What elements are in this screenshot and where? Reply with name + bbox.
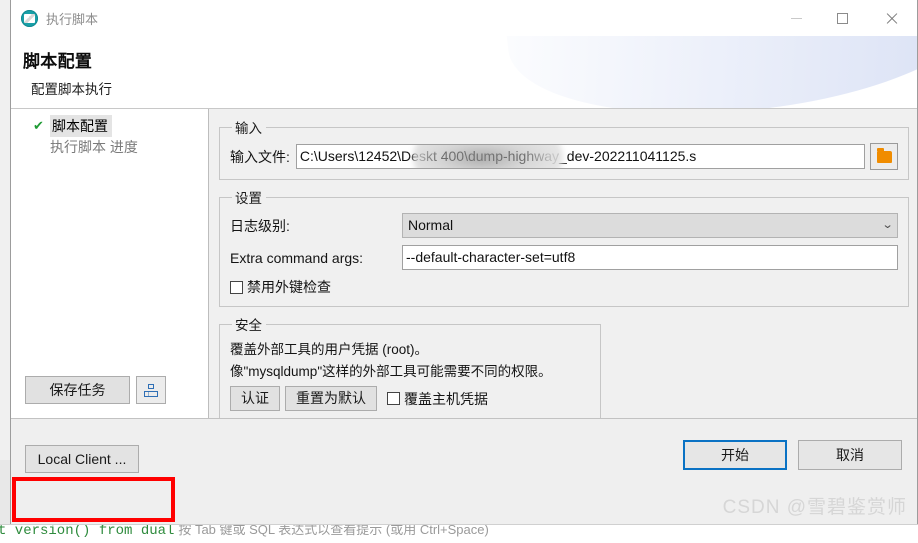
- sidebar-item-script-config[interactable]: ✔ 脚本配置: [11, 114, 208, 137]
- header-decoration: [499, 36, 917, 108]
- security-actions: 认证 重置为默认 覆盖主机凭据: [230, 386, 590, 411]
- settings-panel: 输入 输入文件: C:\Users\12452\Deskt 400\dump-h…: [209, 109, 917, 421]
- page-title: 脚本配置: [23, 52, 93, 71]
- title-bar: 执行脚本: [11, 0, 917, 36]
- security-group: 安全 覆盖外部工具的用户凭据 (root)。 像"mysqldump"这样的外部…: [219, 314, 601, 421]
- extra-args-row: Extra command args: --default-character-…: [230, 245, 898, 270]
- input-file-row: 输入文件: C:\Users\12452\Deskt 400\dump-high…: [230, 143, 898, 170]
- screenshot-root: t version() from dual 按 Tab 键或 SQL 表达式以查…: [0, 0, 918, 543]
- window-controls: [773, 0, 917, 36]
- disable-foreign-key-checkbox[interactable]: [230, 280, 243, 294]
- log-level-row: 日志级别: Normal ⌄: [230, 213, 898, 238]
- redaction-blur: [412, 145, 563, 168]
- override-host-label: 覆盖主机凭据: [404, 390, 488, 407]
- disable-foreign-key-label: 禁用外键检查: [247, 279, 331, 295]
- app-icon: [21, 9, 38, 27]
- minimize-icon: [790, 17, 802, 19]
- sidebar-item-label: 执行脚本 进度: [50, 138, 138, 155]
- start-button[interactable]: 开始: [683, 440, 787, 470]
- log-level-select[interactable]: Normal ⌄: [402, 213, 898, 238]
- close-button[interactable]: [865, 0, 917, 36]
- cancel-button[interactable]: 取消: [798, 440, 902, 470]
- maximize-icon: [836, 12, 848, 24]
- footer-right-actions: 开始 取消: [683, 440, 902, 470]
- dialog-body: ✔ 脚本配置 执行脚本 进度 保存任务 输入 输入文件: C:\Users\12…: [11, 109, 917, 421]
- input-group-legend: 输入: [235, 121, 262, 136]
- local-client-button[interactable]: Local Client ...: [25, 445, 139, 473]
- footer-left-actions: Local Client ...: [25, 445, 139, 473]
- authenticate-button[interactable]: 认证: [230, 386, 280, 411]
- chevron-down-icon: ⌄: [881, 219, 894, 231]
- background-sql-gray: 按 Tab 键或 SQL 表达式以查看提示 (或用 Ctrl+Space): [178, 524, 489, 537]
- sidebar-item-label: 脚本配置: [50, 114, 112, 137]
- extra-args-label: Extra command args:: [230, 249, 364, 266]
- override-host-checkbox[interactable]: [387, 392, 400, 405]
- sidebar-item-execute-progress[interactable]: 执行脚本 进度: [11, 136, 208, 157]
- save-disk-icon: [144, 383, 158, 397]
- disable-foreign-key-row[interactable]: 禁用外键检查: [230, 277, 898, 297]
- sidebar-actions: 保存任务: [25, 376, 166, 404]
- override-host-row[interactable]: 覆盖主机凭据: [387, 389, 488, 409]
- close-icon: [885, 12, 898, 25]
- wizard-step-list: ✔ 脚本配置 执行脚本 进度: [11, 109, 208, 157]
- check-icon: ✔: [33, 118, 44, 133]
- dialog-footer: Local Client ... 开始 取消 CSDN @雪碧鉴赏师: [11, 418, 917, 524]
- watermark: CSDN @雪碧鉴赏师: [722, 497, 907, 518]
- save-icon-button[interactable]: [136, 376, 166, 404]
- reset-defaults-button[interactable]: 重置为默认: [285, 386, 377, 411]
- log-level-label: 日志级别:: [230, 217, 290, 234]
- background-sql-green: t version() from dual: [0, 524, 175, 539]
- save-task-button[interactable]: 保存任务: [25, 376, 130, 404]
- security-line-1: 覆盖外部工具的用户凭据 (root)。: [230, 342, 429, 357]
- execute-script-dialog: 执行脚本 脚本配置 配置脚本执行 ✔ 脚本配置 执行脚本 进度 保存任务 输入 …: [10, 0, 918, 524]
- minimize-button[interactable]: [773, 0, 819, 36]
- extra-args-value: --default-character-set=utf8: [406, 249, 576, 265]
- log-level-value: Normal: [408, 217, 454, 233]
- folder-icon: [876, 147, 892, 163]
- wizard-sidebar: ✔ 脚本配置 执行脚本 进度 保存任务: [11, 109, 209, 418]
- security-group-legend: 安全: [235, 318, 262, 333]
- maximize-button[interactable]: [819, 0, 865, 36]
- extra-args-field[interactable]: --default-character-set=utf8: [402, 245, 898, 270]
- settings-group: 设置 日志级别: Normal ⌄ Extra command args: --…: [219, 187, 909, 307]
- dialog-header: 脚本配置 配置脚本执行: [11, 36, 917, 109]
- browse-file-button[interactable]: [870, 143, 898, 170]
- window-title: 执行脚本: [46, 11, 99, 27]
- settings-group-legend: 设置: [235, 191, 262, 206]
- input-group: 输入 输入文件: C:\Users\12452\Deskt 400\dump-h…: [219, 117, 909, 180]
- page-subtitle: 配置脚本执行: [31, 82, 112, 97]
- input-file-field[interactable]: C:\Users\12452\Deskt 400\dump-highway_de…: [295, 144, 865, 169]
- background-sql-line: t version() from dual 按 Tab 键或 SQL 表达式以查…: [0, 524, 918, 543]
- input-file-label: 输入文件:: [230, 148, 290, 165]
- security-line-2: 像"mysqldump"这样的外部工具可能需要不同的权限。: [230, 364, 552, 379]
